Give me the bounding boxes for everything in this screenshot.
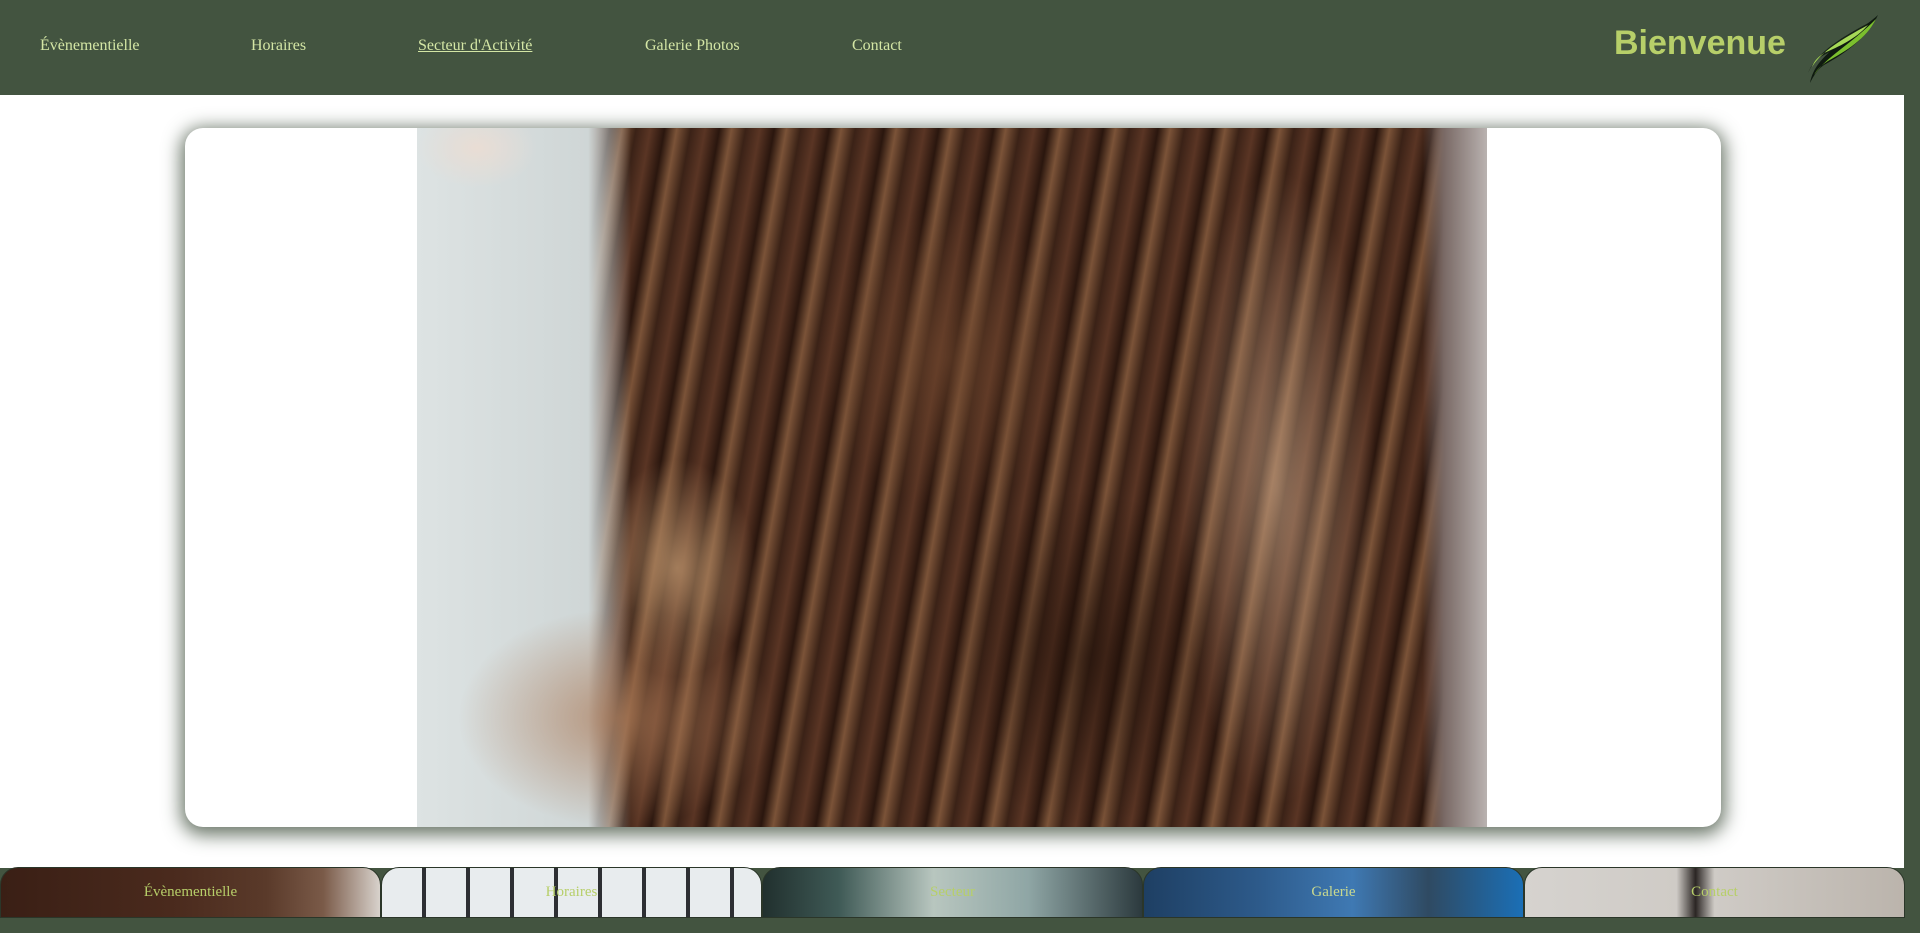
strip-item-label: Secteur	[930, 884, 975, 900]
strip-item-contact[interactable]: Contact	[1524, 867, 1905, 918]
thumbnail-strip: Évènementielle Horaires Secteur Galerie …	[0, 867, 1905, 918]
nav-link-secteur-activite[interactable]: Secteur d'Activité	[418, 37, 532, 55]
hair-curls-photo	[417, 128, 1487, 827]
site-title: Bienvenue	[1614, 24, 1786, 62]
strip-item-label: Contact	[1691, 884, 1738, 900]
hero-card	[185, 128, 1721, 827]
strip-item-horaires[interactable]: Horaires	[381, 867, 762, 918]
strip-item-secteur[interactable]: Secteur	[762, 867, 1143, 918]
nav-link-galerie-photos[interactable]: Galerie Photos	[645, 37, 740, 55]
nav-link-evenementielle[interactable]: Évènementielle	[40, 37, 140, 55]
nav-link-horaires[interactable]: Horaires	[251, 37, 306, 55]
main-content	[0, 95, 1904, 868]
strip-item-evenementielle[interactable]: Évènementielle	[0, 867, 381, 918]
strip-item-label: Horaires	[545, 884, 598, 900]
leaf-logo-icon[interactable]	[1806, 13, 1880, 85]
site-header: Évènementielle Horaires Secteur d'Activi…	[0, 0, 1904, 95]
strip-item-label: Évènementielle	[143, 884, 238, 900]
strip-item-label: Galerie	[1311, 884, 1356, 900]
strip-item-galerie[interactable]: Galerie	[1143, 867, 1524, 918]
nav-link-contact[interactable]: Contact	[852, 37, 902, 55]
